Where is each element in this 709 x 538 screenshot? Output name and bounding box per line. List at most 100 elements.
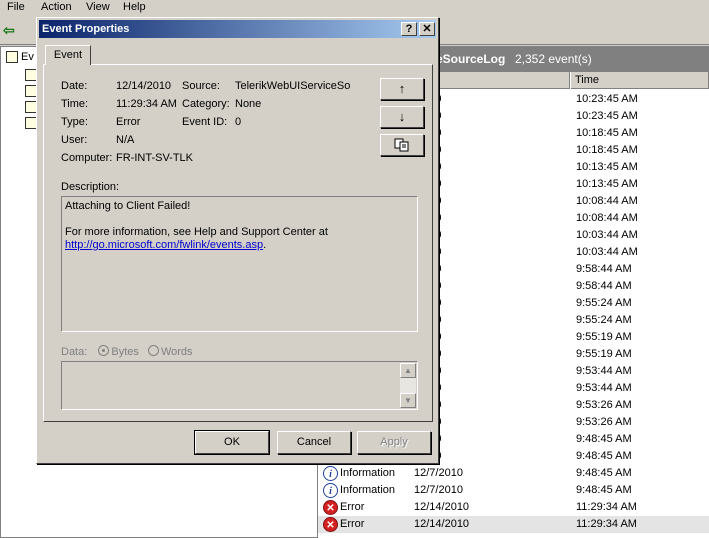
table-row[interactable]: i Information 12/7/2010 9:48:45 AM [318,465,709,482]
words-label: Words [160,346,193,358]
table-row[interactable]: ✕ Error 12/14/2010 11:29:34 AM [318,499,709,516]
cell-time: 9:48:45 AM [576,450,632,462]
cell-time: 9:55:24 AM [576,314,632,326]
cell-time: 9:48:45 AM [576,433,632,445]
source-value: TelerikWebUIServiceSo [235,80,351,92]
radio-unchecked-icon [147,345,159,356]
table-row[interactable]: i Information 12/7/2010 9:48:45 AM [318,482,709,499]
menu-help[interactable]: Help [123,1,146,13]
cell-time: 10:23:45 AM [576,93,638,105]
event-id-value: 0 [235,116,242,128]
back-arrow-icon[interactable]: ⇦ [3,22,19,38]
cell-time: 10:08:44 AM [576,195,638,207]
event-id-label: Event ID: [182,116,228,128]
words-radio[interactable]: Words [147,345,193,358]
cell-time: 9:53:44 AM [576,382,632,394]
close-button[interactable]: ✕ [419,22,435,36]
cell-time: 10:03:44 AM [576,229,638,241]
cell-time: 9:48:45 AM [576,484,632,496]
dialog-titlebar[interactable]: Event Properties ? ✕ [39,20,436,38]
cancel-button[interactable]: Cancel [277,431,351,454]
cell-date: 12/14/2010 [414,518,470,530]
cell-time: 9:55:19 AM [576,348,632,360]
bytes-label: Bytes [111,346,139,358]
cell-type: Information [340,484,396,496]
data-label: Data: [61,346,88,358]
user-label: User: [61,134,88,146]
computer-value: FR-INT-SV-TLK [116,152,194,164]
previous-event-button[interactable]: ↑ [380,78,424,100]
next-event-button[interactable]: ↓ [380,106,424,128]
data-format-row: Data: Bytes Words [61,345,193,358]
event-count: 2,352 event(s) [515,52,592,66]
apply-button[interactable]: Apply [357,431,431,454]
source-label: Source: [182,80,220,92]
cell-time: 9:58:44 AM [576,263,632,275]
time-value: 11:29:34 AM [116,98,177,110]
menu-view[interactable]: View [86,1,110,13]
cell-time: 9:48:45 AM [576,467,632,479]
dialog-title: Event Properties [42,23,130,35]
cell-time: 10:23:45 AM [576,110,638,122]
category-value: None [235,98,262,110]
cell-time: 11:29:34 AM [576,501,637,513]
cell-time: 10:13:45 AM [576,178,638,190]
menu-bar: File Action View Help [0,0,709,17]
arrow-down-icon: ↓ [398,109,406,124]
user-value: N/A [116,134,135,146]
cell-time: 9:53:26 AM [576,399,632,411]
scroll-up-icon[interactable]: ▲ [400,363,416,378]
error-icon: ✕ [323,500,338,515]
help-link[interactable]: http://go.microsoft.com/fwlink/events.as… [65,239,263,251]
copy-icon [394,138,409,152]
information-icon: i [323,483,338,498]
description-link-suffix: . [263,239,267,251]
data-textbox[interactable]: ▲ ▼ [61,361,418,410]
cell-time: 10:08:44 AM [576,212,638,224]
description-label: Description: [61,181,120,193]
cell-time: 11:29:34 AM [576,518,637,530]
column-header-time[interactable]: Time [570,72,709,89]
date-value: 12/14/2010 [116,80,172,92]
cell-time: 10:13:45 AM [576,161,638,173]
cell-date: 12/14/2010 [414,501,470,513]
copy-button[interactable] [380,134,424,156]
description-textbox[interactable]: Attaching to Client Failed! For more inf… [61,196,418,332]
tree-item-root[interactable]: Ev [6,51,34,64]
arrow-up-icon: ↑ [398,81,406,96]
cell-time: 10:18:45 AM [576,144,638,156]
menu-file[interactable]: File [7,1,25,13]
cell-date: 12/7/2010 [414,467,463,479]
cell-type: Information [340,467,396,479]
event-viewer-icon [6,51,18,64]
menu-action[interactable]: Action [41,1,72,13]
description-line: Attaching to Client Failed! [65,200,191,212]
scroll-down-icon[interactable]: ▼ [400,393,416,408]
computer-label: Computer: [61,152,113,164]
event-properties-dialog: Event Properties ? ✕ Event Date: 12/14/2… [36,17,439,464]
cell-time: 10:03:44 AM [576,246,638,258]
table-row[interactable]: ✕ Error 12/14/2010 11:29:34 AM [318,516,709,533]
log-title: eSourceLog [436,52,506,66]
tree-item-label: Ev [21,51,34,63]
cell-time: 9:55:24 AM [576,297,632,309]
type-value: Error [116,116,141,128]
radio-checked-icon [98,345,110,356]
ok-button[interactable]: OK [194,430,270,455]
information-icon: i [323,466,338,481]
error-icon: ✕ [323,517,338,532]
bytes-radio[interactable]: Bytes [98,345,139,358]
cell-date: 12/7/2010 [414,484,463,496]
category-label: Category: [182,98,230,110]
cell-type: Error [340,501,365,513]
cell-time: 9:58:44 AM [576,280,632,292]
cell-time: 10:18:45 AM [576,127,638,139]
tab-event[interactable]: Event [45,45,91,65]
date-label: Date: [61,80,88,92]
type-label: Type: [61,116,88,128]
help-button[interactable]: ? [401,22,417,36]
time-label: Time: [61,98,89,110]
cell-type: Error [340,518,365,530]
data-scrollbar[interactable]: ▲ ▼ [400,363,416,408]
cell-time: 9:55:19 AM [576,331,632,343]
